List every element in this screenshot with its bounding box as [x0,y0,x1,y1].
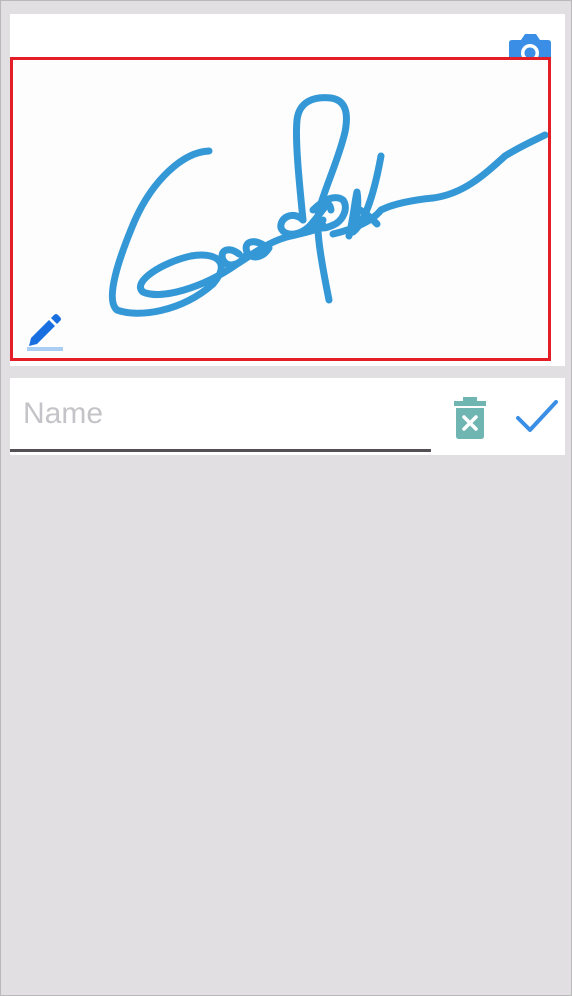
signature-card [10,14,565,366]
pen-icon [27,314,63,351]
checkmark-icon [516,400,558,432]
confirm-button[interactable] [515,398,559,434]
name-row [10,378,565,455]
signature-drawing [108,94,548,317]
trash-icon [454,397,486,439]
signature-pad[interactable] [10,57,551,361]
pen-button[interactable] [25,312,65,352]
signature-screen [0,0,572,996]
name-input[interactable] [10,378,431,452]
delete-button[interactable] [452,396,488,440]
